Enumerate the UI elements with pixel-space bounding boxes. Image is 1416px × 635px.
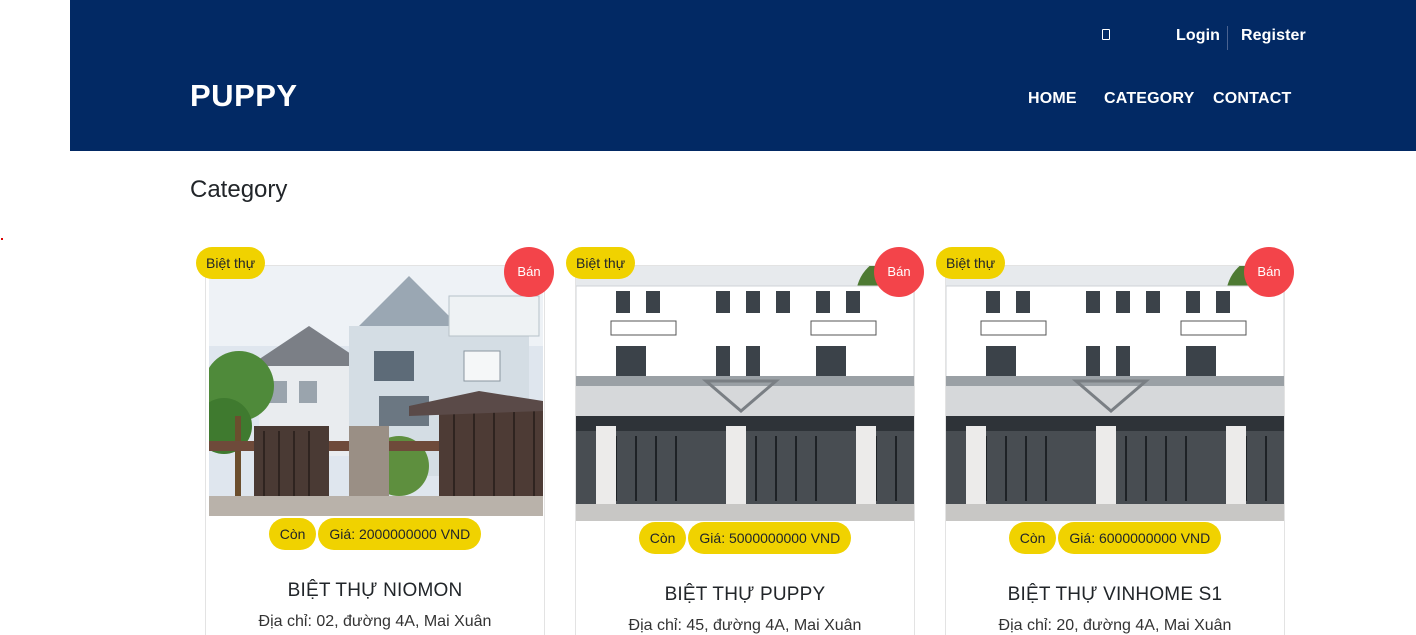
site-header: Login Register PUPPY HOME CATEGORY CONTA… — [70, 0, 1416, 151]
availability-badge: Còn — [1008, 522, 1057, 554]
login-link[interactable]: Login — [1176, 27, 1220, 45]
property-image[interactable] — [946, 266, 1284, 521]
property-card[interactable]: Biệt thự Bán — [196, 247, 554, 635]
site-logo[interactable]: PUPPY — [190, 78, 298, 114]
price-badge: Giá: 6000000000 VND — [1058, 522, 1222, 554]
nav-home[interactable]: HOME — [1028, 90, 1077, 108]
nav-contact[interactable]: CONTACT — [1213, 90, 1291, 108]
card-pill-row: Còn Giá: 2000000000 VND — [206, 518, 544, 550]
type-badge: Biệt thự — [936, 247, 1006, 279]
property-name[interactable]: BIỆT THỰ VINHOME S1 — [946, 584, 1284, 606]
page-title: Category — [190, 176, 288, 203]
nav-category[interactable]: CATEGORY — [1104, 90, 1195, 108]
type-badge: Biệt thự — [196, 247, 266, 279]
sale-badge: Bán — [504, 247, 554, 297]
type-badge: Biệt thự — [566, 247, 636, 279]
card-pill-row: Còn Giá: 5000000000 VND — [576, 522, 914, 554]
auth-divider — [1227, 26, 1228, 50]
register-link[interactable]: Register — [1241, 27, 1306, 45]
stray-dot — [1, 238, 3, 240]
card-pill-row: Còn Giá: 6000000000 VND — [946, 522, 1284, 554]
property-card[interactable]: Biệt thự Bán — [936, 247, 1294, 635]
availability-badge: Còn — [638, 522, 687, 554]
price-badge: Giá: 2000000000 VND — [318, 518, 482, 550]
availability-badge: Còn — [268, 518, 317, 550]
property-address: Địa chỉ: 45, đường 4A, Mai Xuân — [628, 617, 862, 634]
sale-badge: Bán — [1244, 247, 1294, 297]
property-card[interactable]: Biệt thự Bán — [566, 247, 924, 635]
sale-badge: Bán — [874, 247, 924, 297]
property-image[interactable] — [209, 266, 543, 516]
property-name[interactable]: BIỆT THỰ PUPPY — [576, 584, 914, 606]
price-badge: Giá: 5000000000 VND — [688, 522, 852, 554]
property-address: Địa chỉ: 20, đường 4A, Mai Xuân — [998, 617, 1232, 634]
property-name[interactable]: BIỆT THỰ NIOMON — [206, 580, 544, 602]
user-icon[interactable] — [1102, 29, 1110, 40]
property-address: Địa chỉ: 02, đường 4A, Mai Xuân — [258, 613, 492, 630]
property-image[interactable] — [576, 266, 914, 521]
